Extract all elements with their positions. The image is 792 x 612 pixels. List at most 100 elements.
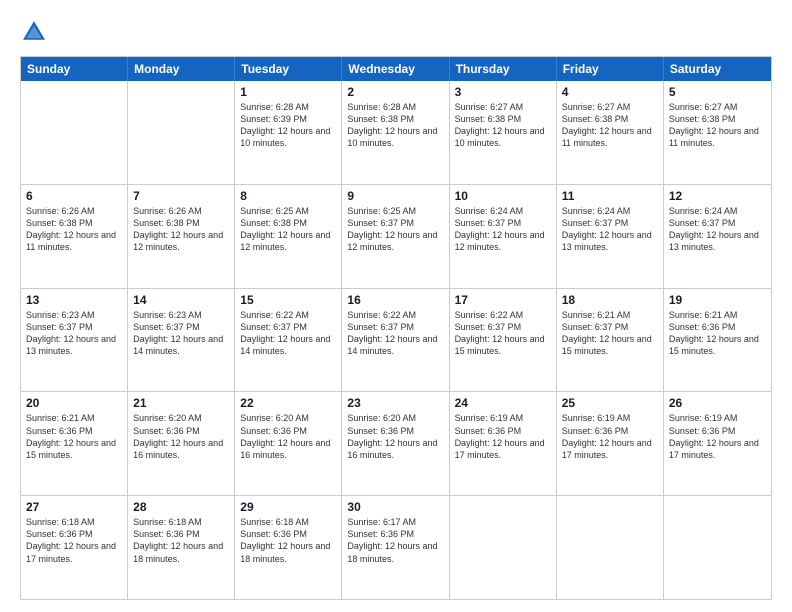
day-number: 23 [347,396,443,410]
day-info: Sunrise: 6:17 AM Sunset: 6:36 PM Dayligh… [347,516,443,565]
day-info: Sunrise: 6:20 AM Sunset: 6:36 PM Dayligh… [133,412,229,461]
day-info: Sunrise: 6:18 AM Sunset: 6:36 PM Dayligh… [240,516,336,565]
calendar-row-0: 1 Sunrise: 6:28 AM Sunset: 6:39 PM Daylig… [21,81,771,184]
day-cell-12: 12 Sunrise: 6:24 AM Sunset: 6:37 PM Dayli… [664,185,771,288]
day-info: Sunrise: 6:28 AM Sunset: 6:39 PM Dayligh… [240,101,336,150]
empty-cell-0-1 [128,81,235,184]
day-number: 24 [455,396,551,410]
day-number: 29 [240,500,336,514]
day-cell-16: 16 Sunrise: 6:22 AM Sunset: 6:37 PM Dayli… [342,289,449,392]
header-cell-monday: Monday [128,57,235,81]
day-number: 12 [669,189,766,203]
day-cell-7: 7 Sunrise: 6:26 AM Sunset: 6:38 PM Daylig… [128,185,235,288]
day-number: 1 [240,85,336,99]
header-cell-friday: Friday [557,57,664,81]
day-cell-30: 30 Sunrise: 6:17 AM Sunset: 6:36 PM Dayli… [342,496,449,599]
day-number: 8 [240,189,336,203]
day-cell-19: 19 Sunrise: 6:21 AM Sunset: 6:36 PM Dayli… [664,289,771,392]
day-cell-3: 3 Sunrise: 6:27 AM Sunset: 6:38 PM Daylig… [450,81,557,184]
day-number: 21 [133,396,229,410]
logo [20,18,52,46]
day-info: Sunrise: 6:25 AM Sunset: 6:37 PM Dayligh… [347,205,443,254]
day-cell-5: 5 Sunrise: 6:27 AM Sunset: 6:38 PM Daylig… [664,81,771,184]
day-number: 4 [562,85,658,99]
empty-cell-4-4 [450,496,557,599]
day-number: 5 [669,85,766,99]
day-info: Sunrise: 6:27 AM Sunset: 6:38 PM Dayligh… [669,101,766,150]
day-info: Sunrise: 6:19 AM Sunset: 6:36 PM Dayligh… [455,412,551,461]
header [20,18,772,46]
day-info: Sunrise: 6:24 AM Sunset: 6:37 PM Dayligh… [562,205,658,254]
day-cell-6: 6 Sunrise: 6:26 AM Sunset: 6:38 PM Daylig… [21,185,128,288]
day-number: 10 [455,189,551,203]
day-number: 15 [240,293,336,307]
day-cell-14: 14 Sunrise: 6:23 AM Sunset: 6:37 PM Dayli… [128,289,235,392]
day-cell-13: 13 Sunrise: 6:23 AM Sunset: 6:37 PM Dayli… [21,289,128,392]
calendar: SundayMondayTuesdayWednesdayThursdayFrid… [20,56,772,600]
day-cell-25: 25 Sunrise: 6:19 AM Sunset: 6:36 PM Dayli… [557,392,664,495]
calendar-row-1: 6 Sunrise: 6:26 AM Sunset: 6:38 PM Daylig… [21,184,771,288]
day-info: Sunrise: 6:28 AM Sunset: 6:38 PM Dayligh… [347,101,443,150]
day-cell-8: 8 Sunrise: 6:25 AM Sunset: 6:38 PM Daylig… [235,185,342,288]
page: SundayMondayTuesdayWednesdayThursdayFrid… [0,0,792,612]
day-info: Sunrise: 6:22 AM Sunset: 6:37 PM Dayligh… [455,309,551,358]
day-info: Sunrise: 6:25 AM Sunset: 6:38 PM Dayligh… [240,205,336,254]
day-number: 28 [133,500,229,514]
header-cell-tuesday: Tuesday [235,57,342,81]
day-info: Sunrise: 6:18 AM Sunset: 6:36 PM Dayligh… [26,516,122,565]
day-number: 20 [26,396,122,410]
day-number: 14 [133,293,229,307]
empty-cell-4-6 [664,496,771,599]
day-cell-18: 18Sunrise: 6:21 AM Sunset: 6:37 PM Dayli… [557,289,664,392]
day-number: 11 [562,189,658,203]
day-number: 25 [562,396,658,410]
day-info: Sunrise: 6:18 AM Sunset: 6:36 PM Dayligh… [133,516,229,565]
day-cell-28: 28 Sunrise: 6:18 AM Sunset: 6:36 PM Dayli… [128,496,235,599]
day-info: Sunrise: 6:24 AM Sunset: 6:37 PM Dayligh… [669,205,766,254]
day-cell-10: 10 Sunrise: 6:24 AM Sunset: 6:37 PM Dayli… [450,185,557,288]
day-cell-1: 1 Sunrise: 6:28 AM Sunset: 6:39 PM Daylig… [235,81,342,184]
day-info: Sunrise: 6:20 AM Sunset: 6:36 PM Dayligh… [240,412,336,461]
calendar-row-3: 20 Sunrise: 6:21 AM Sunset: 6:36 PM Dayli… [21,391,771,495]
day-cell-9: 9 Sunrise: 6:25 AM Sunset: 6:37 PM Daylig… [342,185,449,288]
day-cell-15: 15 Sunrise: 6:22 AM Sunset: 6:37 PM Dayli… [235,289,342,392]
day-cell-29: 29 Sunrise: 6:18 AM Sunset: 6:36 PM Dayli… [235,496,342,599]
day-cell-24: 24 Sunrise: 6:19 AM Sunset: 6:36 PM Dayli… [450,392,557,495]
day-number: 27 [26,500,122,514]
day-number: 26 [669,396,766,410]
day-number: 22 [240,396,336,410]
day-cell-17: 17Sunrise: 6:22 AM Sunset: 6:37 PM Dayli… [450,289,557,392]
day-info: Sunrise: 6:23 AM Sunset: 6:37 PM Dayligh… [133,309,229,358]
calendar-header-row: SundayMondayTuesdayWednesdayThursdayFrid… [21,57,771,81]
day-number: 9 [347,189,443,203]
day-info: Sunrise: 6:21 AM Sunset: 6:36 PM Dayligh… [26,412,122,461]
day-info: Sunrise: 6:20 AM Sunset: 6:36 PM Dayligh… [347,412,443,461]
day-number: 30 [347,500,443,514]
day-number: 19 [669,293,766,307]
day-cell-4: 4Sunrise: 6:27 AM Sunset: 6:38 PM Daylig… [557,81,664,184]
day-number: 13 [26,293,122,307]
day-info: Sunrise: 6:19 AM Sunset: 6:36 PM Dayligh… [562,412,658,461]
day-number: 6 [26,189,122,203]
day-cell-20: 20 Sunrise: 6:21 AM Sunset: 6:36 PM Dayli… [21,392,128,495]
day-cell-21: 21 Sunrise: 6:20 AM Sunset: 6:36 PM Dayli… [128,392,235,495]
header-cell-wednesday: Wednesday [342,57,449,81]
day-info: Sunrise: 6:23 AM Sunset: 6:37 PM Dayligh… [26,309,122,358]
day-info: Sunrise: 6:24 AM Sunset: 6:37 PM Dayligh… [455,205,551,254]
day-number: 2 [347,85,443,99]
day-cell-11: 11 Sunrise: 6:24 AM Sunset: 6:37 PM Dayli… [557,185,664,288]
day-info: Sunrise: 6:26 AM Sunset: 6:38 PM Dayligh… [133,205,229,254]
day-number: 7 [133,189,229,203]
empty-cell-0-0 [21,81,128,184]
day-info: Sunrise: 6:19 AM Sunset: 6:36 PM Dayligh… [669,412,766,461]
day-info: Sunrise: 6:26 AM Sunset: 6:38 PM Dayligh… [26,205,122,254]
day-info: Sunrise: 6:22 AM Sunset: 6:37 PM Dayligh… [347,309,443,358]
day-info: Sunrise: 6:27 AM Sunset: 6:38 PM Dayligh… [455,101,551,150]
empty-cell-4-5 [557,496,664,599]
day-number: 3 [455,85,551,99]
day-info: Sunrise: 6:21 AM Sunset: 6:36 PM Dayligh… [669,309,766,358]
day-cell-22: 22 Sunrise: 6:20 AM Sunset: 6:36 PM Dayli… [235,392,342,495]
calendar-row-4: 27 Sunrise: 6:18 AM Sunset: 6:36 PM Dayli… [21,495,771,599]
day-number: 16 [347,293,443,307]
day-info: Sunrise: 6:22 AM Sunset: 6:37 PM Dayligh… [240,309,336,358]
